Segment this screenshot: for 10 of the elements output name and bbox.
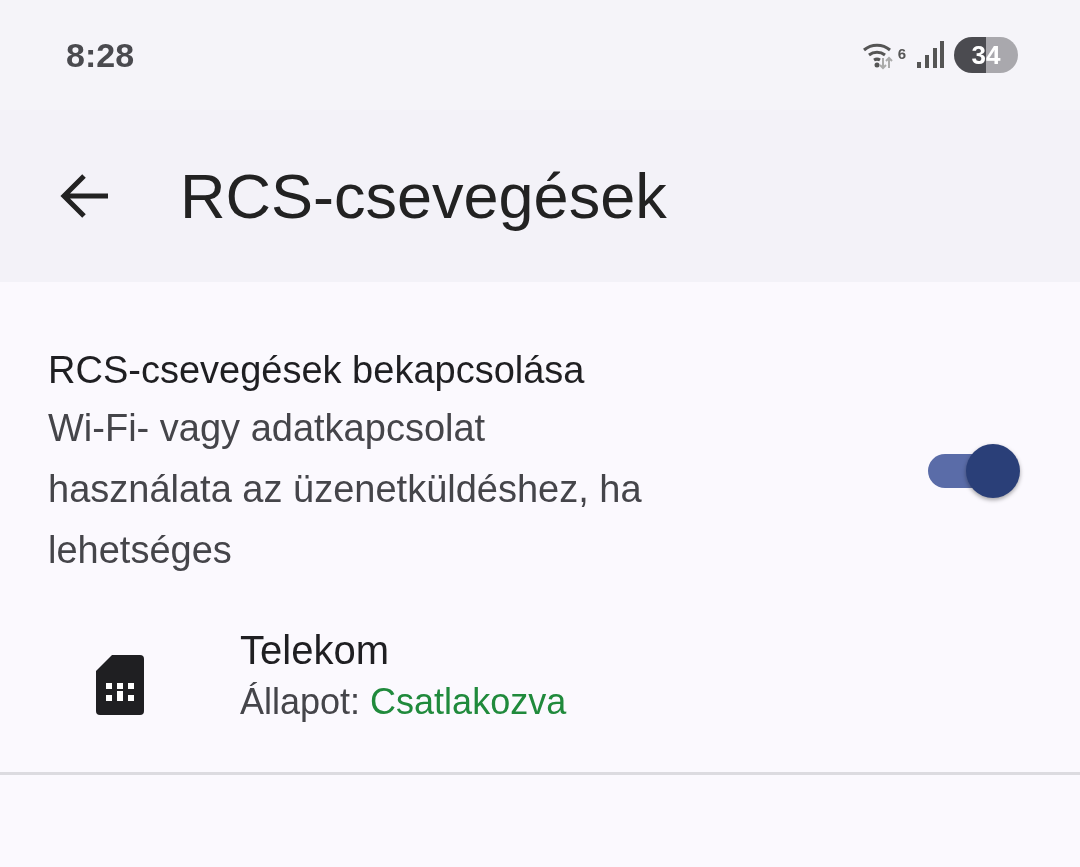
clock: 8:28 xyxy=(66,35,136,75)
toggle-switch[interactable] xyxy=(926,442,1022,500)
setting-title: RCS-csevegések bekapcsolása xyxy=(48,348,586,393)
connection-status: Állapot: Csatlakozva xyxy=(240,680,567,723)
carrier-name: Telekom xyxy=(240,627,389,673)
sim-card-icon xyxy=(96,655,144,715)
wifi-generation-label: 6 xyxy=(897,44,906,62)
page-title: RCS-csevegések xyxy=(180,160,667,232)
signal-icon xyxy=(916,40,944,70)
setting-description: Wi-Fi- vagy adatkapcsolat használata az üzenetküldéshez, ha lehetséges xyxy=(48,406,643,573)
